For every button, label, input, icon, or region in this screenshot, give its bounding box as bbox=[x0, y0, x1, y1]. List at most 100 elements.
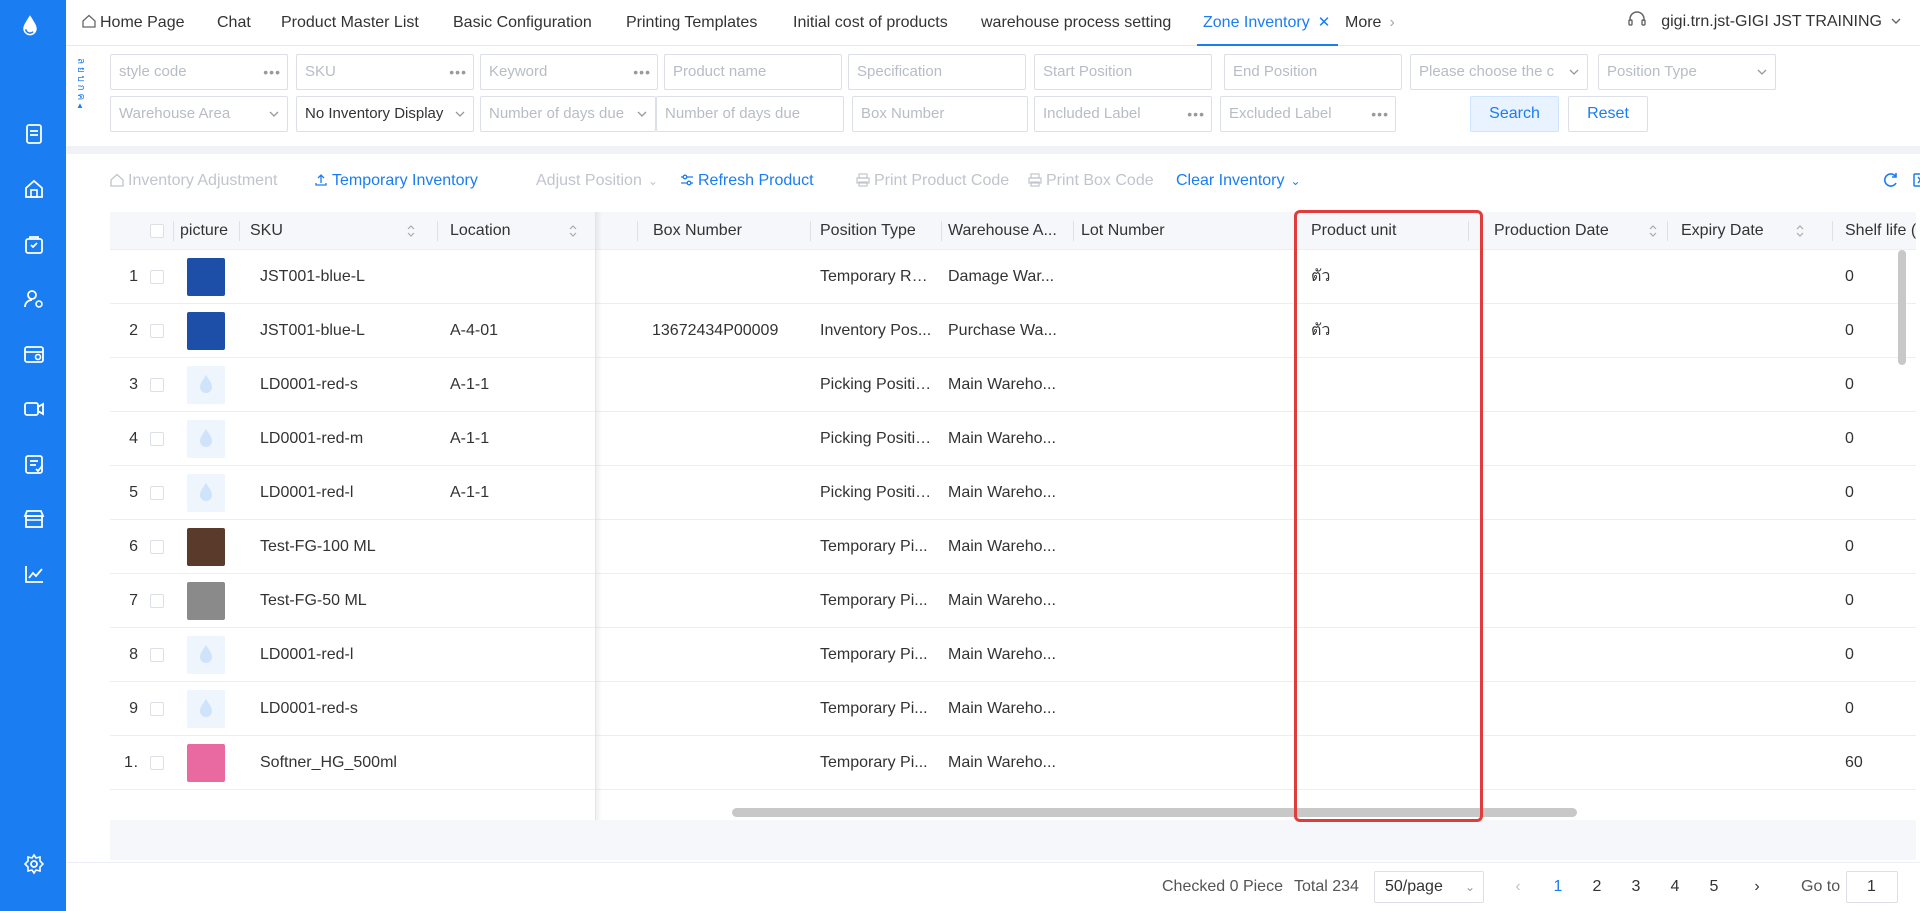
page-button-2[interactable]: 2 bbox=[1587, 863, 1607, 911]
table-row[interactable]: 3 LD0001-red-s A-1-1 Picking Position Main W… bbox=[110, 358, 1916, 412]
row-checkbox[interactable] bbox=[150, 378, 164, 392]
page-button-5[interactable]: 5 bbox=[1704, 863, 1724, 911]
tab-more[interactable]: More › bbox=[1345, 0, 1395, 46]
product-thumbnail[interactable] bbox=[187, 258, 225, 296]
goto-page-input[interactable]: 1 bbox=[1846, 871, 1898, 903]
row-checkbox[interactable] bbox=[150, 594, 164, 608]
row-checkbox[interactable] bbox=[150, 432, 164, 446]
no-inventory-display-select[interactable]: No Inventory Display bbox=[296, 96, 474, 132]
tab-zone-inventory[interactable]: Zone Inventory ✕ bbox=[1197, 0, 1339, 46]
row-checkbox[interactable] bbox=[150, 486, 164, 500]
specification-field[interactable]: Specification bbox=[848, 54, 1026, 90]
vertical-scrollbar[interactable] bbox=[1898, 250, 1906, 365]
product-thumbnail[interactable] bbox=[187, 528, 225, 566]
start-position-field[interactable]: Start Position bbox=[1034, 54, 1212, 90]
table-row[interactable]: 7 Test-FG-50 ML Temporary Pi... Main Wareho… bbox=[110, 574, 1916, 628]
shop-icon[interactable] bbox=[22, 507, 46, 531]
table-row[interactable]: 10 Softner_HG_500ml Temporary Pi... Main Wa… bbox=[110, 736, 1916, 790]
page-button-3[interactable]: 3 bbox=[1626, 863, 1646, 911]
inventory-adjustment-button[interactable]: Inventory Adjustment bbox=[110, 168, 277, 194]
header-production-date[interactable]: Production Date bbox=[1494, 212, 1660, 250]
tab-initial-cost[interactable]: Initial cost of products bbox=[793, 0, 948, 46]
checklist-icon[interactable] bbox=[22, 452, 46, 476]
document-icon[interactable] bbox=[22, 122, 46, 146]
row-checkbox[interactable] bbox=[150, 702, 164, 716]
excluded-label-field[interactable]: Excluded Label ••• bbox=[1220, 96, 1396, 132]
more-dots-icon[interactable]: ••• bbox=[633, 55, 651, 89]
tab-product-master-list[interactable]: Product Master List bbox=[281, 0, 419, 46]
days-due-input[interactable]: Number of days due bbox=[656, 96, 844, 132]
bag-icon[interactable] bbox=[22, 232, 46, 256]
tab-basic-configuration[interactable]: Basic Configuration bbox=[453, 0, 592, 46]
prev-page-button[interactable]: ‹ bbox=[1508, 863, 1528, 911]
sort-icon[interactable] bbox=[568, 223, 578, 239]
choose-select[interactable]: Please choose the c bbox=[1410, 54, 1588, 90]
headset-icon[interactable] bbox=[1627, 10, 1647, 30]
close-icon[interactable]: ✕ bbox=[1318, 14, 1331, 31]
more-dots-icon[interactable]: ••• bbox=[1371, 97, 1389, 131]
clear-inventory-dropdown[interactable]: Clear Inventory ⌄ bbox=[1176, 168, 1301, 194]
sort-icon[interactable] bbox=[1795, 223, 1805, 239]
tab-warehouse-process-setting[interactable]: warehouse process setting bbox=[981, 0, 1171, 46]
position-type-select[interactable]: Position Type bbox=[1598, 54, 1776, 90]
tab-printing-templates[interactable]: Printing Templates bbox=[626, 0, 757, 46]
warehouse-area-select[interactable]: Warehouse Area bbox=[110, 96, 288, 132]
table-row[interactable]: 4 LD0001-red-m A-1-1 Picking Position Main W… bbox=[110, 412, 1916, 466]
chart-icon[interactable] bbox=[22, 562, 46, 586]
row-checkbox[interactable] bbox=[150, 324, 164, 338]
page-size-select[interactable]: 50/page ⌄ bbox=[1374, 871, 1484, 903]
included-label-field[interactable]: Included Label ••• bbox=[1034, 96, 1212, 132]
print-product-code-button[interactable]: Print Product Code bbox=[856, 168, 1009, 194]
table-row[interactable]: 2 JST001-blue-L A-4-01 13672434P00009 Invent… bbox=[110, 304, 1916, 358]
reset-button[interactable]: Reset bbox=[1568, 96, 1648, 132]
print-box-code-button[interactable]: Print Box Code bbox=[1028, 168, 1154, 194]
table-row[interactable]: 9 LD0001-red-s Temporary Pi... Main Wareho.… bbox=[110, 682, 1916, 736]
product-thumbnail[interactable] bbox=[187, 420, 225, 458]
page-button-4[interactable]: 4 bbox=[1665, 863, 1685, 911]
style-code-field[interactable]: style code ••• bbox=[110, 54, 288, 90]
home-icon[interactable] bbox=[22, 177, 46, 201]
header-sku[interactable]: SKU bbox=[250, 212, 430, 250]
video-icon[interactable] bbox=[22, 397, 46, 421]
side-panel-toggle[interactable]: ล ย บ ก ค ▲ bbox=[74, 58, 86, 112]
user-menu[interactable]: gigi.trn.jst-GIGI JST TRAINING bbox=[1627, 0, 1882, 44]
keyword-field[interactable]: Keyword ••• bbox=[480, 54, 658, 90]
row-checkbox[interactable] bbox=[150, 648, 164, 662]
tab-chat[interactable]: Chat bbox=[217, 0, 251, 46]
adjust-position-dropdown[interactable]: Adjust Position ⌄ bbox=[536, 168, 658, 194]
row-checkbox[interactable] bbox=[150, 540, 164, 554]
table-row[interactable]: 8 LD0001-red-l Temporary Pi... Main Wareho.… bbox=[110, 628, 1916, 682]
end-position-field[interactable]: End Position bbox=[1224, 54, 1402, 90]
sort-icon[interactable] bbox=[1648, 223, 1658, 239]
product-thumbnail[interactable] bbox=[187, 366, 225, 404]
product-thumbnail[interactable] bbox=[187, 690, 225, 728]
table-row[interactable]: 1 JST001-blue-L Temporary Re... Damage War.… bbox=[110, 250, 1916, 304]
select-all-checkbox[interactable] bbox=[150, 224, 164, 238]
row-checkbox[interactable] bbox=[150, 756, 164, 770]
product-name-field[interactable]: Product name bbox=[664, 54, 842, 90]
chevron-down-icon[interactable] bbox=[1890, 15, 1902, 27]
search-button[interactable]: Search bbox=[1470, 96, 1559, 132]
days-due-select[interactable]: Number of days due bbox=[480, 96, 656, 132]
sku-field[interactable]: SKU ••• bbox=[296, 54, 474, 90]
product-thumbnail[interactable] bbox=[187, 636, 225, 674]
sort-icon[interactable] bbox=[406, 223, 416, 239]
store-settings-icon[interactable] bbox=[22, 342, 46, 366]
product-thumbnail[interactable] bbox=[187, 474, 225, 512]
user-settings-icon[interactable] bbox=[22, 287, 46, 311]
product-thumbnail[interactable] bbox=[187, 582, 225, 620]
excel-export-icon[interactable] bbox=[1912, 170, 1920, 196]
refresh-product-button[interactable]: Refresh Product bbox=[680, 168, 814, 194]
more-dots-icon[interactable]: ••• bbox=[1187, 97, 1205, 131]
settings-icon[interactable] bbox=[22, 852, 46, 876]
more-dots-icon[interactable]: ••• bbox=[449, 55, 467, 89]
more-dots-icon[interactable]: ••• bbox=[263, 55, 281, 89]
table-row[interactable]: 6 Test-FG-100 ML Temporary Pi... Main Wareh… bbox=[110, 520, 1916, 574]
droplet-logo[interactable] bbox=[19, 14, 47, 50]
product-thumbnail[interactable] bbox=[187, 744, 225, 782]
temporary-inventory-button[interactable]: Temporary Inventory bbox=[314, 168, 478, 194]
page-button-1[interactable]: 1 bbox=[1548, 863, 1568, 911]
row-checkbox[interactable] bbox=[150, 270, 164, 284]
product-thumbnail[interactable] bbox=[187, 312, 225, 350]
next-page-button[interactable]: › bbox=[1747, 863, 1767, 911]
